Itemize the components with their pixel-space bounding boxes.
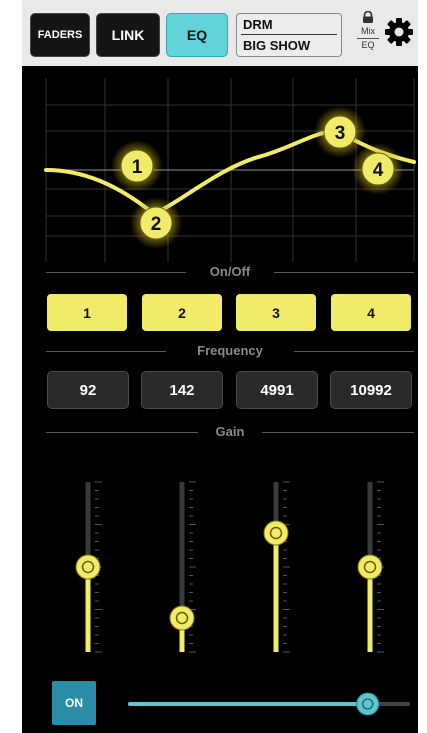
mix-toggle-label[interactable]: Mix <box>355 26 381 36</box>
band-3-frequency[interactable]: 4991 <box>236 371 318 409</box>
mix-eq-divider <box>357 38 379 39</box>
band-node-3-label: 3 <box>335 123 346 144</box>
gain-slider-group <box>75 481 384 653</box>
gain-slider-knob[interactable] <box>75 554 101 580</box>
band-4-on-button[interactable]: 4 <box>331 294 411 331</box>
gain-slider-4[interactable] <box>357 481 384 653</box>
frequency-section-header: Frequency <box>46 341 414 361</box>
band-3-on-button[interactable]: 3 <box>236 294 316 331</box>
band-node-4-label: 4 <box>373 160 384 181</box>
top-toolbar: FADERS LINK EQ DRM BIG SHOW Mix EQ <box>22 0 418 66</box>
gain-slider-2[interactable] <box>169 481 196 653</box>
band-2-on-button[interactable]: 2 <box>142 294 222 331</box>
eq-toggle-label[interactable]: EQ <box>355 40 381 50</box>
band-node-3[interactable]: 3 <box>314 106 366 158</box>
gain-slider-knob[interactable] <box>263 520 289 546</box>
level-slider-fill <box>128 702 368 706</box>
band-node-4[interactable]: 4 <box>352 143 404 195</box>
band-1-frequency[interactable]: 92 <box>47 371 129 409</box>
gear-icon[interactable] <box>384 17 414 47</box>
level-slider-knob[interactable] <box>356 692 380 716</box>
eq-response-graph[interactable]: 1 2 3 4 <box>22 66 418 266</box>
divider-line <box>294 351 414 352</box>
divider-line <box>274 272 414 273</box>
band-4-frequency[interactable]: 10992 <box>330 371 412 409</box>
band-node-2[interactable]: 2 <box>130 197 182 249</box>
mix-name: BIG SHOW <box>243 38 311 53</box>
link-button[interactable]: LINK <box>96 13 160 57</box>
onoff-section-header: On/Off <box>46 262 414 282</box>
eq-button[interactable]: EQ <box>166 13 228 57</box>
gain-slider-fill <box>273 533 279 652</box>
gain-slider-knob[interactable] <box>169 605 195 631</box>
gain-slider-knob[interactable] <box>357 554 383 580</box>
gain-section-header: Gain <box>46 422 414 442</box>
band-2-frequency[interactable]: 142 <box>141 371 223 409</box>
gain-slider-fill <box>367 567 373 652</box>
band-node-1-label: 1 <box>132 157 143 178</box>
band-node-2-label: 2 <box>151 214 162 235</box>
channel-name-divider <box>241 34 337 35</box>
divider-line <box>262 432 414 433</box>
eq-screen: FADERS LINK EQ DRM BIG SHOW Mix EQ 1 2 3… <box>22 0 418 733</box>
gain-slider-3[interactable] <box>263 481 290 653</box>
faders-button[interactable]: FADERS <box>30 13 90 57</box>
band-node-1[interactable]: 1 <box>111 140 163 192</box>
lock-icon[interactable] <box>361 11 375 23</box>
channel-name-box[interactable]: DRM BIG SHOW <box>236 13 342 57</box>
channel-name: DRM <box>243 17 273 32</box>
gain-slider-fill <box>85 567 91 652</box>
band-1-on-button[interactable]: 1 <box>47 294 127 331</box>
gain-slider-1[interactable] <box>75 481 102 653</box>
eq-level-slider[interactable] <box>22 680 418 730</box>
